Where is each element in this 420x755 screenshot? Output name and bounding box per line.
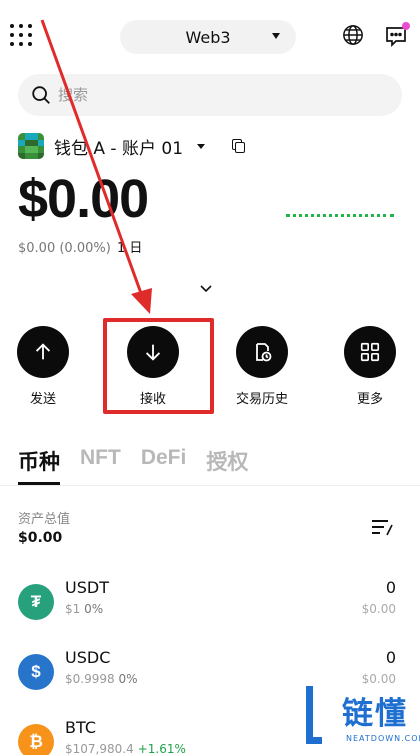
send-button[interactable]: 发送 bbox=[3, 326, 83, 407]
balance-change-value: $0.00 (0.00%) bbox=[18, 241, 111, 256]
search-input[interactable] bbox=[58, 86, 358, 104]
divider bbox=[0, 485, 420, 486]
asset-amount: 0 bbox=[385, 648, 396, 667]
total-balance: $0.00 bbox=[18, 169, 149, 229]
usdt-icon: ₮ bbox=[18, 584, 54, 620]
globe-icon[interactable] bbox=[342, 24, 364, 46]
arrow-up-icon bbox=[35, 343, 51, 360]
notification-dot bbox=[402, 22, 410, 30]
send-label: 发送 bbox=[29, 392, 56, 407]
more-grid-icon bbox=[360, 342, 380, 362]
message-icon[interactable] bbox=[384, 22, 410, 48]
grid-icon[interactable] bbox=[10, 24, 32, 46]
assets-total-label: 资产总值 bbox=[18, 512, 71, 527]
history-button[interactable]: 交易历史 bbox=[222, 326, 302, 407]
usdc-icon: $ bbox=[18, 654, 54, 690]
sort-icon[interactable] bbox=[372, 518, 394, 536]
more-label: 更多 bbox=[356, 392, 383, 407]
asset-amount: 0 bbox=[385, 578, 396, 597]
more-button[interactable]: 更多 bbox=[330, 326, 410, 407]
caret-down-icon bbox=[272, 33, 280, 39]
wallet-screen: Web3 钱包 A - 账户 01 $0.00 $0. bbox=[0, 0, 420, 755]
watermark-domain: NEATDOWN.COM bbox=[346, 734, 420, 743]
asset-symbol: BTC bbox=[65, 718, 96, 737]
asset-price: $0.9998 0% bbox=[65, 672, 138, 686]
period-label[interactable]: 1 日 bbox=[117, 241, 142, 256]
watermark-text: 链懂 bbox=[342, 696, 408, 732]
copy-icon[interactable] bbox=[231, 138, 247, 154]
highlight-box bbox=[103, 318, 214, 414]
search-icon bbox=[32, 86, 50, 104]
top-bar: Web3 bbox=[0, 18, 420, 58]
caret-down-icon bbox=[197, 143, 206, 149]
assets-total-value: $0.00 bbox=[18, 530, 63, 546]
chevron-down-icon[interactable] bbox=[200, 285, 212, 293]
history-icon bbox=[256, 343, 272, 362]
search-bar[interactable] bbox=[18, 74, 402, 116]
balance-change: $0.00 (0.00%) 1 日 bbox=[18, 237, 142, 256]
tab-defi[interactable]: DeFi bbox=[141, 446, 187, 482]
btc-icon: ₿ bbox=[18, 724, 54, 755]
watermark: 链懂 NEATDOWN.COM bbox=[300, 684, 420, 755]
tab-tokens[interactable]: 币种 bbox=[18, 446, 60, 482]
history-label: 交易历史 bbox=[235, 392, 288, 407]
asset-price: $107,980.4 +1.61% bbox=[65, 742, 186, 755]
account-selector[interactable]: 钱包 A - 账户 01 bbox=[18, 132, 247, 160]
avatar bbox=[18, 133, 44, 159]
account-name: 钱包 A - 账户 01 bbox=[54, 138, 184, 159]
list-item-usdt[interactable]: ₮ USDT $1 0% 0 $0.00 bbox=[18, 578, 402, 628]
asset-price: $1 0% bbox=[65, 602, 104, 616]
balance-sparkline bbox=[286, 214, 394, 217]
tab-nft[interactable]: NFT bbox=[80, 446, 121, 482]
asset-symbol: USDC bbox=[65, 648, 111, 667]
watermark-logo bbox=[306, 686, 322, 744]
tab-approvals[interactable]: 授权 bbox=[206, 446, 248, 482]
asset-value: $0.00 bbox=[361, 602, 396, 616]
asset-symbol: USDT bbox=[65, 578, 109, 597]
network-label: Web3 bbox=[185, 27, 231, 47]
network-selector[interactable]: Web3 bbox=[120, 20, 296, 54]
asset-tabs: 币种 NFT DeFi 授权 bbox=[18, 446, 268, 482]
